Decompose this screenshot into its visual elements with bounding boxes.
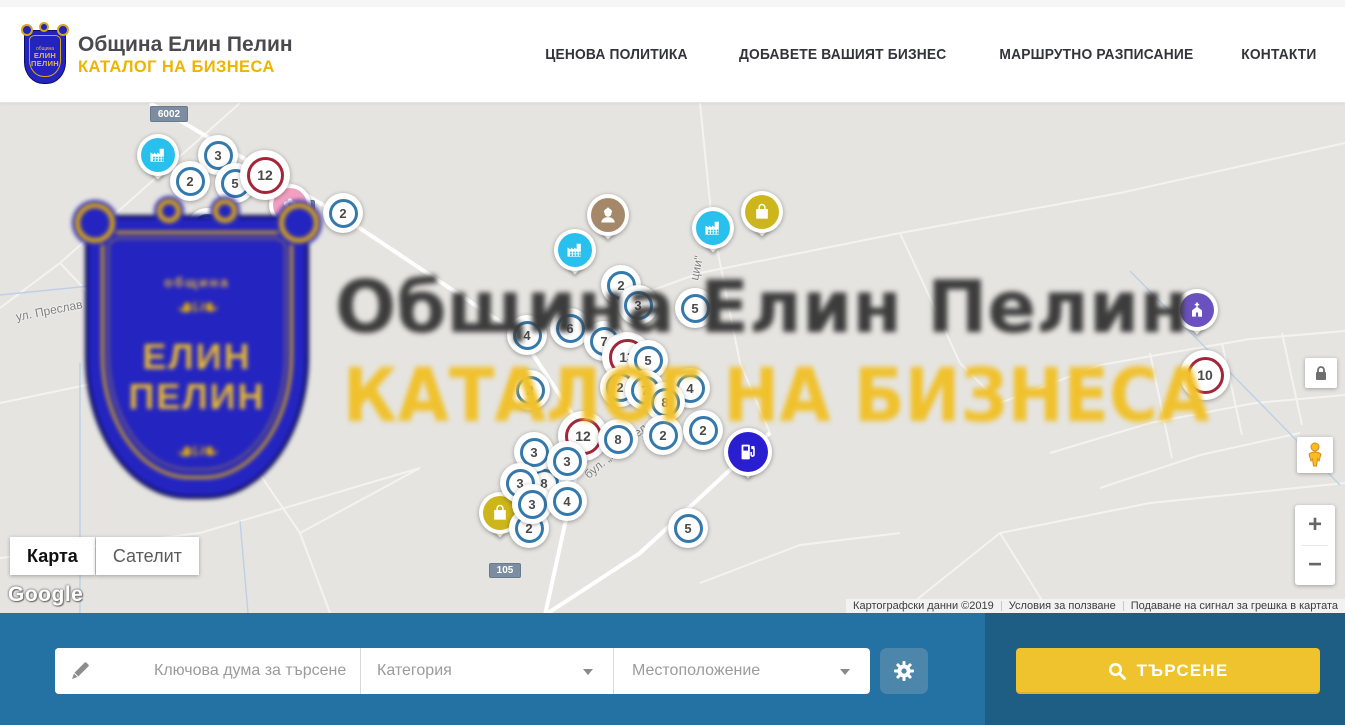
site-subtitle: КАТАЛОГ НА БИЗНЕСА [78,57,293,77]
search-button[interactable]: ТЪРСЕНЕ [1016,648,1320,694]
factory-category-pin[interactable] [692,207,734,249]
cluster-marker[interactable]: 2 [323,193,363,233]
location-select-value: Местоположение [632,662,760,680]
bag-category-pin[interactable] [741,191,783,233]
nav-item-contacts[interactable]: КОНТАКТИ [1241,46,1316,63]
keyword-search-input[interactable] [55,648,360,694]
worker-icon [591,198,625,232]
map-type-control: Карта Сателит [10,537,199,575]
attribution-report-link[interactable]: Подаване на сигнал за грешка в картата [1124,600,1345,612]
cluster-marker[interactable]: 5 [668,508,708,548]
map-viewport[interactable]: 6002105ул. Преславбул. „Новоселции" 2325… [0,103,1345,613]
category-select-value: Категория [377,662,452,680]
zoom-out-button[interactable]: − [1295,546,1335,586]
gear-icon [892,659,916,683]
factory-icon [141,138,175,172]
search-section: Категория Местоположение ТЪРСЕНЕ [0,613,1345,725]
settings-button[interactable] [880,648,928,694]
search-icon [1108,662,1126,680]
cluster-marker[interactable]: 3 [547,441,587,481]
nav-item-route-schedule[interactable]: МАРШРУТНО РАЗПИСАНИЕ [1000,46,1194,63]
lock-button[interactable] [1305,358,1337,388]
logo-link[interactable]: община ЕЛИН ПЕЛИН Община Елин Пелин КАТА… [22,26,293,84]
nav-item-add-business[interactable]: ДОБАВЕТЕ ВАШИЯТ БИЗНЕС [739,46,946,63]
map-attribution: Картографски данни ©2019 Условия за полз… [846,599,1345,613]
watermark-title: Община Елин Пелин [335,265,1189,349]
watermark-emblem-icon: община ☙❧ ЕЛИН ПЕЛИН ☙❧ [85,215,309,499]
nav-item-pricing[interactable]: ЦЕНОВА ПОЛИТИКА [545,46,687,63]
search-fields-bar: Категория Местоположение [55,648,870,694]
cluster-marker[interactable]: 12 [240,150,290,200]
pegman-street-view-button[interactable] [1297,437,1333,473]
search-button-label: ТЪРСЕНЕ [1137,661,1229,681]
pegman-icon [1304,442,1326,468]
page-top-strip [0,0,1345,7]
municipality-emblem-icon: община ЕЛИН ПЕЛИН [22,26,68,84]
cluster-marker[interactable]: 3 [512,484,552,524]
main-nav: ЦЕНОВА ПОЛИТИКА ДОБАВЕТЕ ВАШИЯТ БИЗНЕС М… [539,7,1320,102]
pencil-icon [69,660,91,682]
cluster-marker[interactable]: 2 [170,161,210,201]
google-logo[interactable]: Google [8,583,83,607]
zoom-in-button[interactable]: + [1295,505,1335,545]
category-select[interactable]: Категория [360,648,613,694]
header: община ЕЛИН ПЕЛИН Община Елин Пелин КАТА… [0,7,1345,103]
zoom-control: + − [1295,505,1335,585]
map-type-satellite-button[interactable]: Сателит [96,537,199,575]
lock-icon [1314,365,1328,381]
cluster-marker[interactable]: 4 [547,481,587,521]
chevron-down-icon [840,669,850,675]
factory-icon [558,233,592,267]
attribution-copyright: Картографски данни ©2019 [846,600,1001,612]
location-select[interactable]: Местоположение [613,648,870,694]
chevron-down-icon [583,669,593,675]
factory-icon [696,211,730,245]
map-type-map-button[interactable]: Карта [10,537,95,575]
watermark-subtitle: КАТАЛОГ НА БИЗНЕСА [343,353,1209,439]
bag-icon [745,195,779,229]
attribution-terms-link[interactable]: Условия за ползване [1002,600,1123,612]
site-title: Община Елин Пелин [78,33,293,57]
